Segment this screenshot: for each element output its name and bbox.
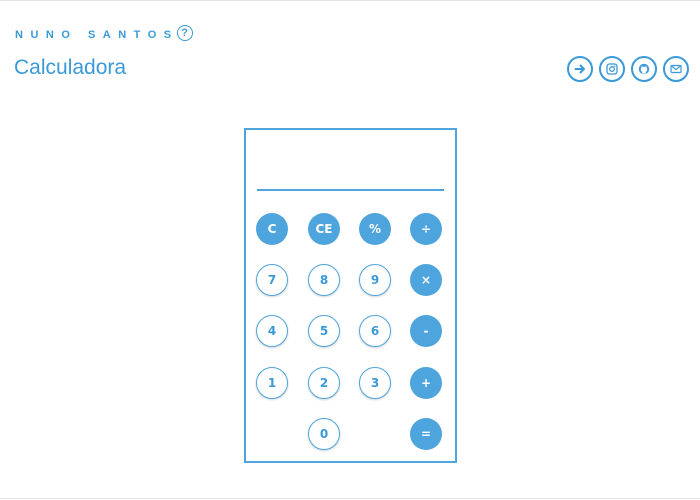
calculator-display [257, 130, 444, 191]
page-title: Calculadora [14, 56, 127, 79]
percent-button[interactable]: % [359, 213, 391, 245]
digit-1-button[interactable]: 1 [256, 367, 288, 399]
subtract-button[interactable]: - [410, 315, 442, 347]
calculator: C CE % ÷ 7 8 9 × 4 5 6 - 1 2 3 + 0 = [244, 128, 457, 463]
clear-entry-button[interactable]: CE [308, 213, 340, 245]
brand-name: NUNO SANTOS [15, 29, 179, 41]
add-button[interactable]: + [410, 367, 442, 399]
digit-9-button[interactable]: 9 [359, 264, 391, 296]
arrow-right-icon[interactable] [567, 56, 593, 82]
digit-6-button[interactable]: 6 [359, 315, 391, 347]
digit-5-button[interactable]: 5 [308, 315, 340, 347]
equals-button[interactable]: = [410, 418, 442, 450]
digit-0-button[interactable]: 0 [308, 418, 340, 450]
digit-4-button[interactable]: 4 [256, 315, 288, 347]
digit-3-button[interactable]: 3 [359, 367, 391, 399]
clear-button[interactable]: C [256, 213, 288, 245]
digit-8-button[interactable]: 8 [308, 264, 340, 296]
brand-header: NUNO SANTOS ? [15, 25, 193, 41]
digit-2-button[interactable]: 2 [308, 367, 340, 399]
divide-button[interactable]: ÷ [410, 213, 442, 245]
bottom-divider [0, 498, 700, 499]
github-icon[interactable] [631, 56, 657, 82]
help-icon[interactable]: ? [176, 25, 193, 41]
mail-icon[interactable] [663, 56, 689, 82]
top-divider [0, 0, 700, 1]
instagram-icon[interactable] [599, 56, 625, 82]
social-links [567, 56, 689, 82]
digit-7-button[interactable]: 7 [256, 264, 288, 296]
multiply-button[interactable]: × [410, 264, 442, 296]
